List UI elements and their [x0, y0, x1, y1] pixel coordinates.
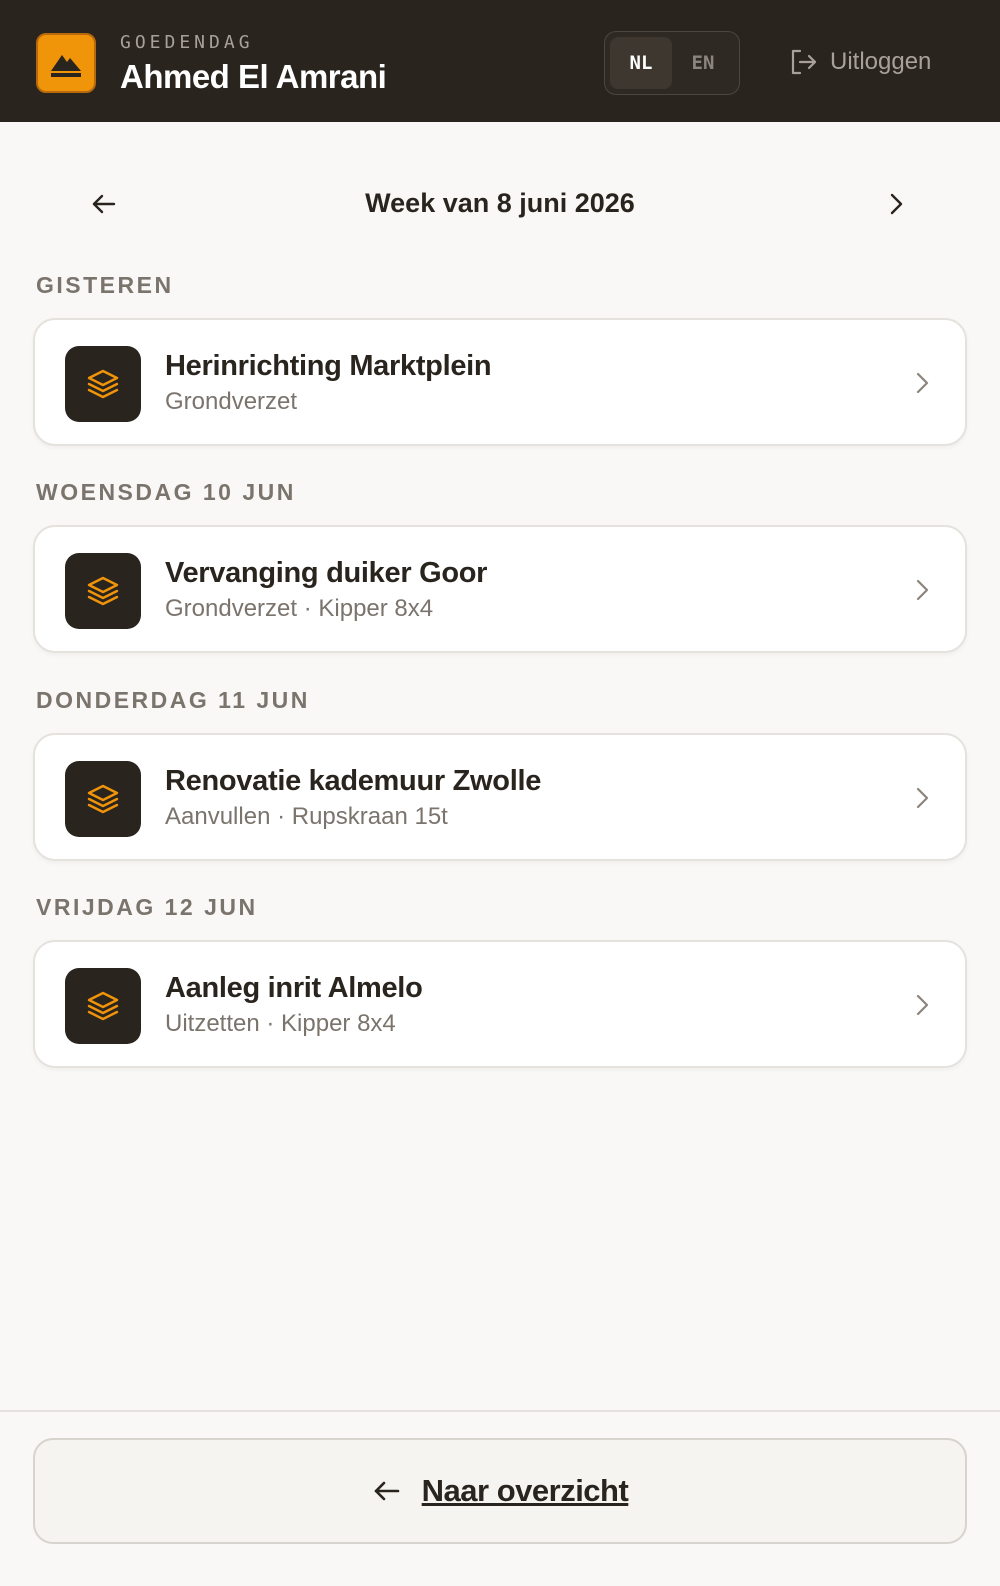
logout-label: Uitloggen: [830, 48, 932, 75]
layers-icon: [87, 369, 119, 399]
job-title: Aanleg inrit Almelo: [165, 972, 423, 1004]
day-label-yesterday: GISTEREN: [36, 272, 174, 298]
job-card[interactable]: Vervanging duiker Goor Grondverzet · Kip…: [33, 525, 967, 653]
day-label-wednesday: WOENSDAG 10 JUN: [36, 479, 296, 505]
job-subtitle: Aanvullen · Rupskraan 15t: [165, 803, 448, 830]
bottom-bar: Naar overzicht: [0, 1410, 1000, 1586]
chevron-right-icon: [916, 579, 929, 601]
job-card[interactable]: Renovatie kademuur Zwolle Aanvullen · Ru…: [33, 733, 967, 861]
app-logo: [36, 33, 96, 93]
chevron-right-icon: [890, 193, 903, 215]
back-to-overview-button[interactable]: Naar overzicht: [33, 1438, 967, 1544]
chevron-right-icon: [916, 372, 929, 394]
job-card[interactable]: Aanleg inrit Almelo Uitzetten · Kipper 8…: [33, 940, 967, 1068]
chevron-right-icon: [916, 994, 929, 1016]
mountain-icon: [51, 55, 81, 77]
job-icon-box: [65, 968, 141, 1044]
lang-option-en[interactable]: EN: [672, 37, 734, 89]
job-subtitle: Grondverzet: [165, 388, 298, 415]
job-subtitle: Uitzetten · Kipper 8x4: [165, 1010, 396, 1037]
arrow-left-icon: [374, 1481, 399, 1501]
job-card[interactable]: Herinrichting Marktplein Grondverzet: [33, 318, 967, 446]
week-navigation: Week van 8 juni 2026: [0, 172, 1000, 236]
chevron-right-icon: [916, 787, 929, 809]
logout-button[interactable]: Uitloggen: [788, 44, 931, 80]
layers-icon: [87, 784, 119, 814]
job-icon-box: [65, 553, 141, 629]
layers-icon: [87, 576, 119, 606]
lang-option-nl[interactable]: NL: [610, 37, 672, 89]
job-icon-box: [65, 761, 141, 837]
job-title: Herinrichting Marktplein: [165, 350, 492, 382]
language-switcher: NL EN: [604, 31, 740, 95]
greeting-label: GOEDENDAG: [120, 32, 254, 53]
back-to-overview-label: Naar overzicht: [421, 1473, 629, 1508]
user-name: Ahmed El Amrani: [120, 58, 387, 95]
job-title: Renovatie kademuur Zwolle: [165, 765, 542, 797]
job-title: Vervanging duiker Goor: [165, 557, 488, 589]
job-subtitle: Grondverzet · Kipper 8x4: [165, 595, 434, 622]
logout-icon: [791, 49, 817, 75]
app-header: GOEDENDAG Ahmed El Amrani NL EN Uitlogge…: [0, 0, 1000, 122]
job-icon-box: [65, 346, 141, 422]
day-label-friday: VRIJDAG 12 JUN: [36, 894, 258, 920]
day-label-thursday: DONDERDAG 11 JUN: [36, 687, 310, 713]
next-week-button[interactable]: [872, 180, 920, 228]
layers-icon: [87, 991, 119, 1021]
week-title: Week van 8 juni 2026: [365, 188, 635, 218]
